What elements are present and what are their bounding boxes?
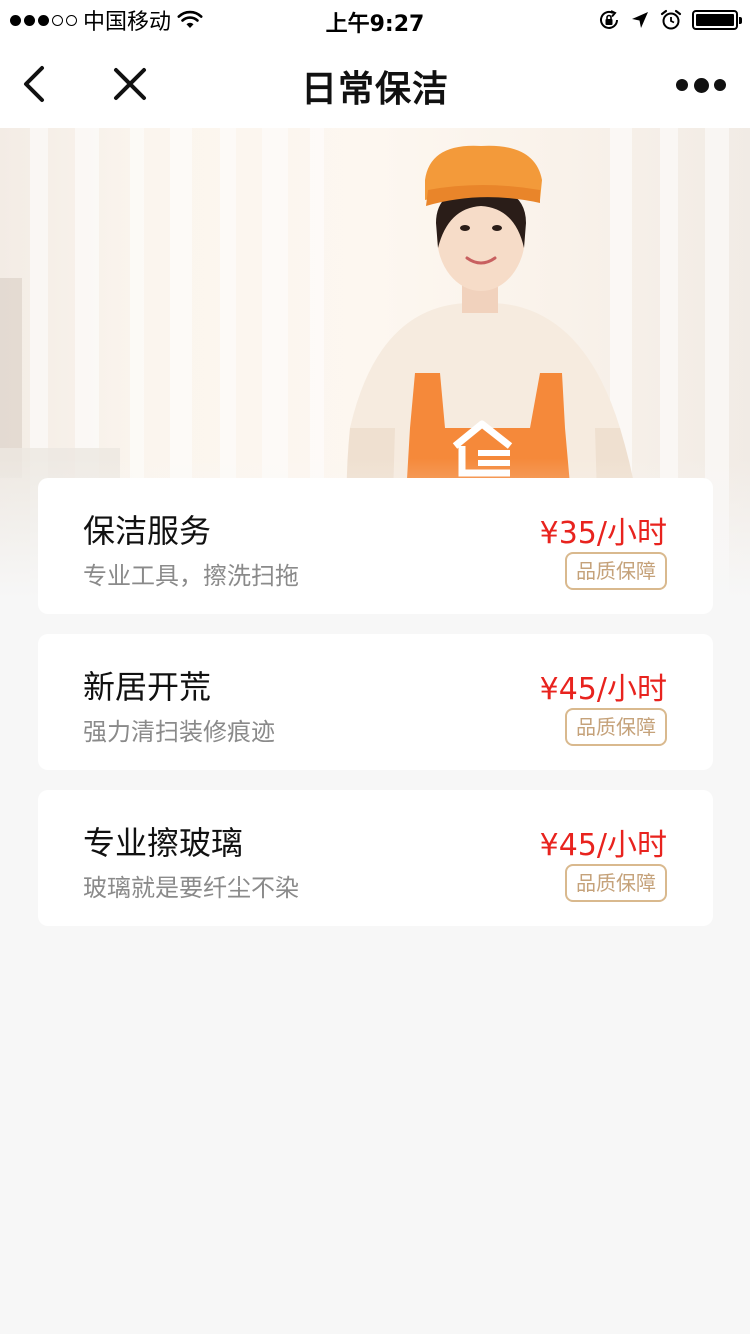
service-description: 专业工具，擦洗扫拖 (83, 562, 299, 590)
service-card-new-home[interactable]: 新居开荒 强力清扫装修痕迹 ¥45/小时 品质保障 (38, 634, 713, 770)
service-price: ¥45/小时 (539, 672, 667, 707)
battery-level (696, 14, 734, 26)
alarm-icon (660, 9, 682, 30)
battery-icon (692, 10, 742, 30)
service-title: 专业擦玻璃 (83, 824, 244, 862)
status-right (598, 8, 742, 32)
more-icon[interactable] (676, 70, 726, 100)
quality-badge: 品质保障 (565, 552, 667, 590)
service-description: 玻璃就是要纤尘不染 (83, 874, 299, 902)
service-card-glass[interactable]: 专业擦玻璃 玻璃就是要纤尘不染 ¥45/小时 品质保障 (38, 790, 713, 926)
service-title: 新居开荒 (83, 668, 212, 706)
page-title: 日常保洁 (300, 69, 449, 110)
service-title: 保洁服务 (83, 512, 212, 550)
service-card-cleaning[interactable]: 保洁服务 专业工具，擦洗扫拖 ¥35/小时 品质保障 (38, 478, 713, 614)
service-price: ¥45/小时 (539, 828, 667, 863)
nav-bar: 日常保洁 (0, 40, 750, 128)
location-arrow-icon (632, 12, 648, 28)
quality-badge: 品质保障 (565, 864, 667, 902)
service-price: ¥35/小时 (539, 516, 667, 551)
service-description: 强力清扫装修痕迹 (83, 718, 275, 746)
status-bar: 中国移动 上午9:27 (0, 0, 750, 40)
rotation-lock-icon (600, 10, 618, 29)
quality-badge: 品质保障 (565, 708, 667, 746)
